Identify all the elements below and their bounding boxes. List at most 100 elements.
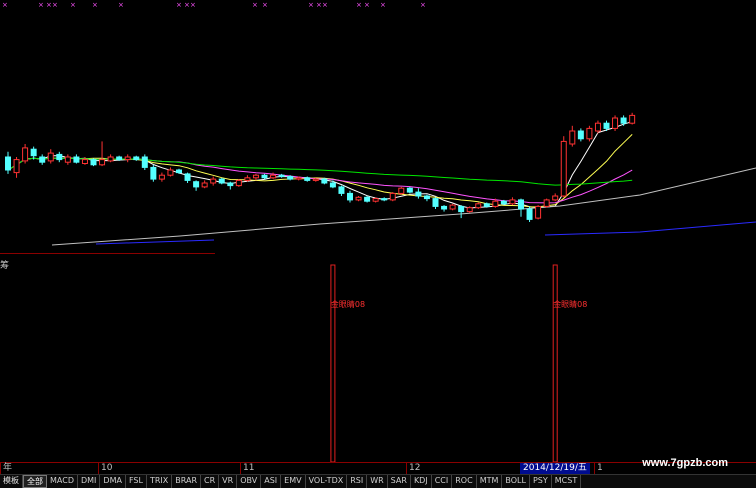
tab-dmi[interactable]: DMI	[78, 475, 101, 488]
candle	[22, 144, 29, 164]
candle	[244, 175, 251, 182]
tab-asi[interactable]: ASI	[261, 475, 282, 488]
watermark: www.7gpzb.com	[642, 457, 728, 469]
candle-body	[415, 191, 422, 197]
candle-body	[261, 174, 268, 179]
top-marker: ×	[364, 1, 370, 9]
tab-vol-tdx[interactable]: VOL-TDX	[306, 475, 348, 488]
tab-mcst[interactable]: MCST	[552, 475, 582, 488]
candle-body	[295, 177, 302, 180]
tab-all[interactable]: 全部	[23, 475, 47, 488]
candle	[509, 197, 516, 206]
tab-emv[interactable]: EMV	[281, 475, 306, 488]
cursor-suffix: 1	[594, 463, 603, 474]
tab-kdj[interactable]: KDJ	[411, 475, 432, 488]
top-marker: ×	[190, 1, 196, 9]
candle-body	[629, 114, 636, 124]
tab-boll[interactable]: BOLL	[502, 475, 530, 488]
top-marker: ×	[118, 1, 124, 9]
candle	[56, 151, 63, 163]
candle-body	[64, 156, 71, 163]
candle-body	[329, 182, 336, 188]
ma250-line-right	[544, 221, 756, 236]
candle-body	[381, 198, 388, 201]
candle-body	[466, 207, 473, 213]
candle	[458, 205, 465, 219]
candle-body	[441, 205, 448, 210]
candle	[441, 205, 448, 212]
tab-trix[interactable]: TRIX	[147, 475, 173, 488]
candle-body	[398, 187, 405, 194]
candles	[5, 112, 636, 222]
candle-body	[355, 196, 362, 201]
tab-cr[interactable]: CR	[201, 475, 220, 488]
moving-average-lines	[7, 121, 756, 246]
candle	[321, 177, 328, 185]
top-marker: ×	[380, 1, 386, 9]
candle	[535, 205, 542, 220]
candle	[64, 154, 71, 165]
tab-mtm[interactable]: MTM	[477, 475, 503, 488]
tab-psy[interactable]: PSY	[530, 475, 552, 488]
candle	[167, 167, 174, 177]
tab-obv[interactable]: OBV	[237, 475, 262, 488]
candle	[5, 151, 11, 174]
candle	[432, 197, 439, 209]
candle	[30, 146, 37, 160]
candle-body	[244, 177, 251, 181]
candle-body	[210, 178, 217, 184]
candle-body	[612, 117, 619, 129]
signal-bar	[330, 264, 336, 462]
top-marker: ×	[308, 1, 314, 9]
top-marker: ×	[420, 1, 426, 9]
candlestick-chart[interactable]: × × × × × × × × × × × × × × × × × × ×	[0, 0, 756, 255]
candle-body	[47, 152, 54, 162]
tab-template[interactable]: 模板	[0, 475, 23, 488]
tab-cci[interactable]: CCI	[432, 475, 453, 488]
signal-bars	[330, 264, 558, 462]
tab-macd[interactable]: MACD	[47, 475, 78, 488]
cursor-date: 2014/12/19/五	[520, 463, 590, 474]
candle	[398, 186, 405, 195]
tab-fsl[interactable]: FSL	[126, 475, 147, 488]
signal-indicator-pane[interactable]	[0, 255, 756, 462]
tab-sar[interactable]: SAR	[388, 475, 411, 488]
candle-body	[432, 198, 439, 207]
candle-body	[81, 159, 88, 165]
candle	[150, 164, 157, 182]
tab-wr[interactable]: WR	[367, 475, 388, 488]
candle-body	[150, 166, 157, 180]
candle-body	[475, 203, 482, 209]
candle-body	[304, 177, 311, 181]
candle-body	[372, 198, 379, 202]
candle	[107, 154, 114, 163]
candle	[406, 186, 413, 194]
candle-body	[577, 130, 584, 140]
candle-body	[526, 208, 533, 220]
candle	[227, 181, 234, 190]
top-marker: ×	[316, 1, 322, 9]
candle	[586, 125, 593, 142]
tab-rsi[interactable]: RSI	[347, 475, 368, 488]
top-marker: ×	[184, 1, 190, 9]
signal-bar	[552, 264, 558, 462]
top-marker: ×	[38, 1, 44, 9]
candle-body	[535, 205, 542, 219]
tab-vr[interactable]: VR	[219, 475, 238, 488]
tab-dma[interactable]: DMA	[100, 475, 126, 488]
candle	[218, 177, 225, 185]
top-marker: ×	[262, 1, 268, 9]
top-marker: ×	[322, 1, 328, 9]
candle-body	[167, 169, 174, 176]
candle-body	[423, 195, 430, 200]
pane-divider	[0, 253, 215, 254]
candle-body	[278, 174, 285, 177]
tab-brar[interactable]: BRAR	[172, 475, 202, 488]
candle-body	[235, 179, 242, 187]
candle	[449, 203, 456, 211]
candle-body	[218, 178, 225, 184]
candle	[73, 154, 80, 164]
candle	[90, 158, 97, 167]
candle	[466, 206, 473, 213]
tab-roc[interactable]: ROC	[452, 475, 477, 488]
